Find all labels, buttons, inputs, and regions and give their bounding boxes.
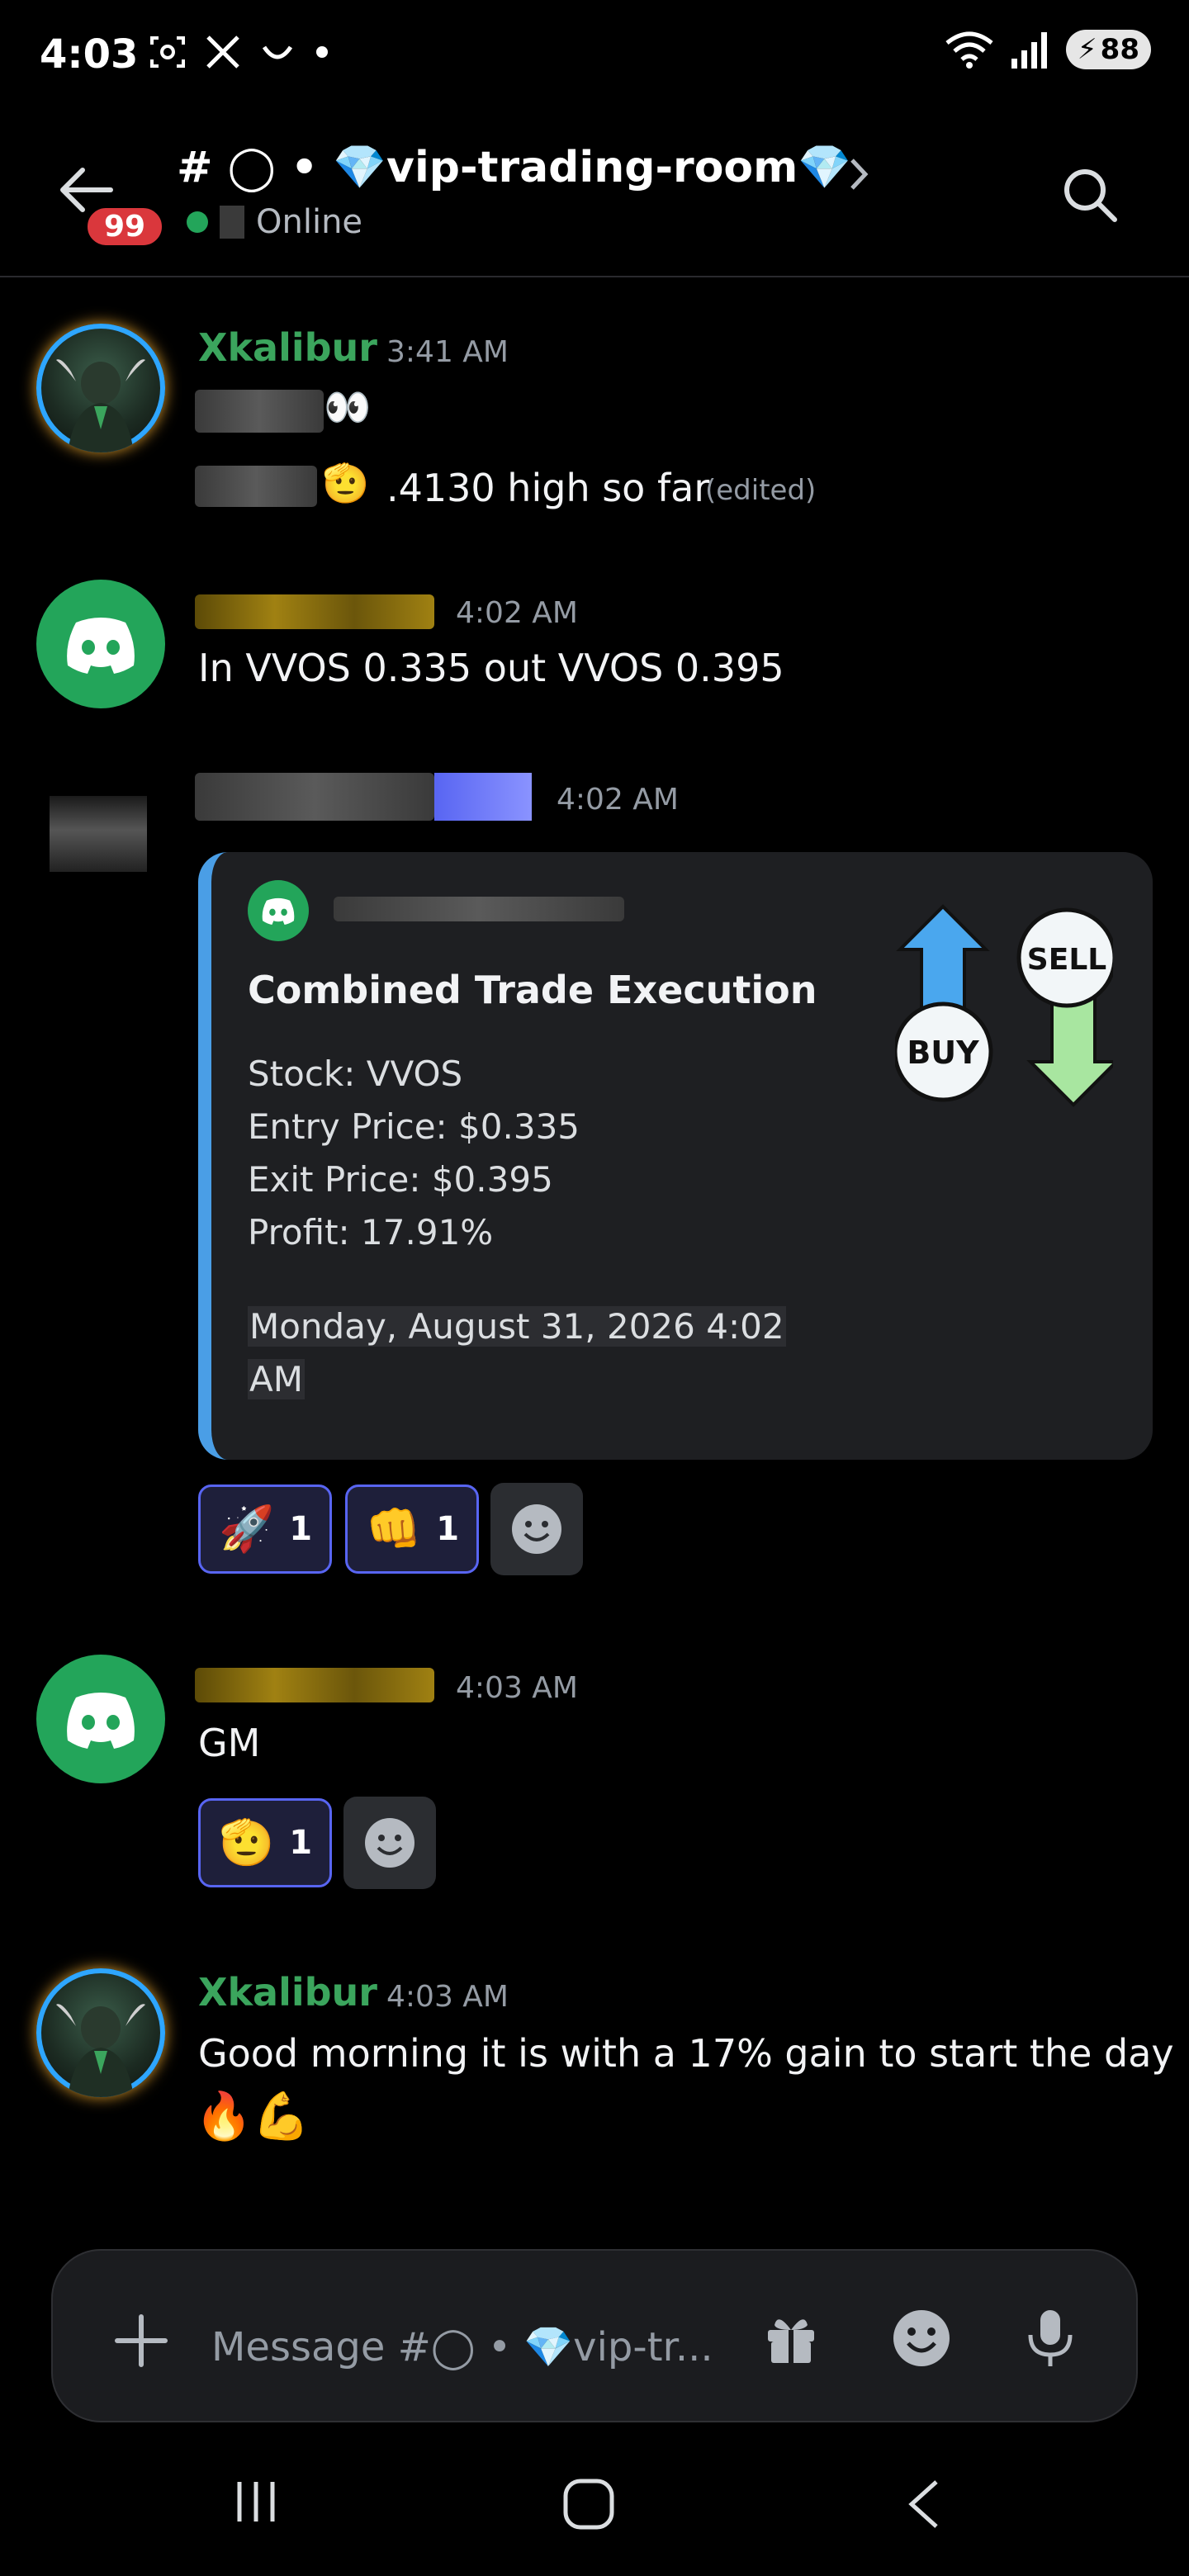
embed-timestamp: AM — [248, 1359, 305, 1399]
salute-emoji-icon: 🫡 — [219, 1816, 275, 1868]
reaction-count: 1 — [289, 1510, 313, 1548]
redacted-username[interactable] — [195, 773, 434, 821]
redacted-count — [220, 206, 244, 239]
avatar[interactable] — [36, 324, 165, 452]
status-notification-icons — [149, 33, 330, 71]
message-username[interactable]: Xkalibur — [198, 1970, 377, 2015]
reaction-count: 1 — [289, 1824, 313, 1862]
channel-online-status: Online — [187, 203, 362, 241]
embed-author-icon — [248, 880, 309, 941]
battery-level: 88 — [1100, 33, 1139, 66]
embed-title: Combined Trade Execution — [248, 968, 817, 1012]
unread-badge: 99 — [83, 203, 168, 250]
trade-embed: Combined Trade Execution Stock: VVOS Ent… — [198, 852, 1153, 1460]
message-timestamp: 4:02 AM — [456, 596, 578, 630]
microphone-icon[interactable] — [1024, 2307, 1077, 2370]
signal-icon — [1011, 32, 1047, 69]
redacted-embed-author — [334, 897, 624, 921]
status-time: 4:03 — [40, 31, 139, 78]
chevron-right-icon[interactable] — [847, 154, 872, 195]
add-reaction-button[interactable] — [343, 1797, 436, 1889]
dot-icon — [316, 46, 328, 58]
rocket-emoji-icon: 🚀 — [219, 1503, 275, 1555]
message-input[interactable]: Message #◯ • 💎vip-tr... — [211, 2323, 713, 2370]
online-dot — [187, 211, 208, 233]
discord-logo-icon — [262, 897, 295, 925]
plus-icon[interactable] — [112, 2312, 170, 2370]
message-text: .4130 high so far — [386, 466, 710, 510]
discord-logo-icon — [67, 1693, 135, 1749]
battery-indicator: ⚡ 88 — [1065, 30, 1151, 69]
message-text: In VVOS 0.335 out VVOS 0.395 — [198, 646, 784, 690]
header-divider — [0, 276, 1189, 277]
screenshot-icon — [150, 36, 185, 68]
message-timestamp: 3:41 AM — [386, 335, 509, 369]
bull-character-icon — [56, 359, 145, 452]
message-timestamp: 4:03 AM — [386, 1980, 509, 2014]
message-timestamp: 4:03 AM — [456, 1671, 578, 1705]
embed-field-stock: Stock: VVOS — [248, 1054, 463, 1094]
gift-icon[interactable] — [761, 2308, 821, 2368]
message-timestamp: 4:02 AM — [557, 783, 679, 817]
channel-title[interactable]: # ◯ • 💎vip-trading-room💎 — [177, 142, 851, 192]
redacted-username[interactable] — [195, 594, 434, 629]
smiley-icon — [365, 1818, 414, 1868]
embed-field-profit: Profit: 17.91% — [248, 1212, 494, 1252]
wifi-icon — [945, 31, 993, 69]
reaction-count: 1 — [436, 1510, 460, 1548]
add-reaction-button[interactable] — [490, 1483, 583, 1575]
battery-bolt-icon: ⚡ — [1077, 33, 1097, 66]
redacted-text — [195, 390, 324, 433]
smile-icon — [262, 45, 293, 59]
redacted-username[interactable] — [195, 1668, 434, 1702]
thumb-sell-label: SELL — [1027, 943, 1106, 977]
x-logo-icon — [206, 36, 239, 69]
fist-emoji-icon: 👊 — [366, 1503, 422, 1555]
embed-field-entry: Entry Price: $0.335 — [248, 1106, 580, 1147]
recent-apps-icon[interactable] — [231, 2477, 281, 2526]
avatar-redacted[interactable] — [50, 796, 147, 872]
nav-back-icon[interactable] — [903, 2477, 945, 2531]
emoji-icon[interactable] — [892, 2308, 951, 2368]
reaction-rocket[interactable]: 🚀 1 — [198, 1485, 332, 1574]
edited-label: (edited) — [705, 474, 817, 507]
avatar[interactable] — [36, 580, 165, 708]
reaction-salute[interactable]: 🫡 1 — [198, 1798, 332, 1887]
embed-timestamp: Monday, August 31, 2026 4:02 — [248, 1306, 786, 1347]
reaction-fist[interactable]: 👊 1 — [345, 1485, 479, 1574]
discord-logo-icon — [67, 618, 135, 674]
smiley-icon — [512, 1504, 561, 1554]
thumb-buy-label: BUY — [907, 1035, 979, 1071]
home-icon[interactable] — [561, 2477, 616, 2531]
message-text: 👀 — [324, 385, 372, 429]
message-text: GM — [198, 1721, 261, 1765]
fire-muscle-emoji-icon: 🔥💪 — [195, 2090, 310, 2143]
message-username[interactable]: Xkalibur — [198, 325, 377, 370]
avatar[interactable] — [36, 1655, 165, 1783]
status-right: ⚡ 88 — [944, 30, 1151, 69]
search-icon[interactable] — [1057, 162, 1123, 228]
message-text: Good morning it is with a 17% gain to st… — [198, 2031, 1174, 2076]
embed-field-exit: Exit Price: $0.395 — [248, 1159, 553, 1200]
salute-emoji-icon: 🫡 — [322, 461, 370, 505]
redacted-text — [195, 466, 317, 507]
online-label: Online — [256, 203, 363, 241]
bull-character-icon — [56, 2004, 145, 2097]
buy-sell-arrows-thumbnail: BUY SELL — [895, 904, 1113, 1107]
redacted-role-tag — [434, 773, 532, 821]
avatar[interactable] — [36, 1968, 165, 2097]
